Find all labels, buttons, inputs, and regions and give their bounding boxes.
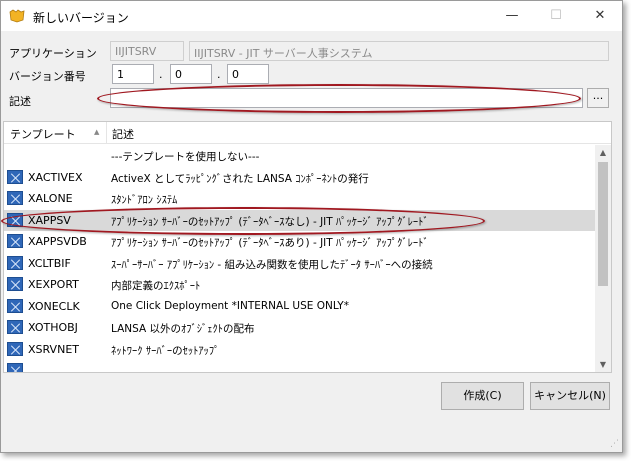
list-item-name: XACTIVEX [28, 170, 83, 184]
application-code-field: IIJITSRV [110, 41, 184, 61]
resize-grip-icon[interactable]: ⋰ [610, 440, 619, 449]
cancel-button[interactable]: キャンセル(N) [530, 382, 610, 410]
application-name-field: IIJITSRV - JIT サーバー人事システム [189, 41, 609, 61]
list-item-description: ｱﾌﾟﾘｹｰｼｮﾝ ｻｰﾊﾞｰのｾｯﾄｱｯﾌﾟ (ﾃﾞｰﾀﾍﾞｰｽなし) - J… [111, 215, 429, 228]
list-body: ---テンプレートを使用しない--- XACTIVEX ActiveX としてﾗ… [4, 145, 596, 372]
list-item-none[interactable]: ---テンプレートを使用しない--- [4, 145, 596, 167]
list-item-xactivex[interactable]: XACTIVEX ActiveX としてﾗｯﾋﾟﾝｸﾞされた LANSA ｺﾝﾎ… [4, 167, 596, 189]
list-item-xoneclk[interactable]: XONECLK One Click Deployment *INTERNAL U… [4, 296, 596, 318]
template-icon [7, 320, 23, 334]
list-item-xcltbif[interactable]: XCLTBIF ｽｰﾊﾟｰｻｰﾊﾞｰ ｱﾌﾟﾘｹｰｼｮﾝ - 組み込み関数を使用… [4, 253, 596, 275]
list-item-name: XSRVNET [28, 342, 79, 356]
template-icon [7, 191, 23, 205]
list-item-description: ｽｰﾊﾟｰｻｰﾊﾞｰ ｱﾌﾟﾘｹｰｼｮﾝ - 組み込み関数を使用したﾃﾞｰﾀ ｻ… [111, 258, 433, 271]
list-item-partial[interactable] [4, 360, 596, 372]
version-major-input[interactable]: 1 [112, 64, 154, 84]
list-item-name: XOTHOBJ [28, 321, 78, 334]
window-title: 新しいバージョン [33, 11, 129, 25]
version-patch-input[interactable]: 0 [227, 64, 269, 84]
template-icon [7, 363, 23, 372]
list-item-xsrvnet[interactable]: XSRVNET ﾈｯﾄﾜｰｸ ｻｰﾊﾞｰのｾｯﾄｱｯﾌﾟ [4, 339, 596, 361]
version-separator: . [159, 68, 163, 81]
column-header-description[interactable]: 記述 [112, 126, 134, 142]
title-bar: 新しいバージョン — ☐ ✕ [1, 1, 622, 31]
maximize-button[interactable]: ☐ [534, 1, 578, 31]
list-item-xappsvdb[interactable]: XAPPSVDB ｱﾌﾟﾘｹｰｼｮﾝ ｻｰﾊﾞｰのｾｯﾄｱｯﾌﾟ (ﾃﾞｰﾀﾍﾞ… [4, 231, 596, 253]
description-label: 記述 [9, 95, 31, 108]
list-item-description: ｱﾌﾟﾘｹｰｼｮﾝ ｻｰﾊﾞｰのｾｯﾄｱｯﾌﾟ (ﾃﾞｰﾀﾍﾞｰｽあり) - J… [111, 237, 429, 249]
minimize-button[interactable]: — [490, 1, 534, 31]
vertical-scrollbar[interactable]: ▲ ▼ [595, 145, 611, 372]
list-item-name: XAPPSV [28, 213, 71, 227]
list-item-xalone[interactable]: XALONE ｽﾀﾝﾄﾞｱﾛﾝ ｼｽﾃﾑ [4, 188, 596, 210]
list-item-description: ---テンプレートを使用しない--- [111, 151, 260, 163]
close-button[interactable]: ✕ [578, 1, 622, 31]
scroll-down-arrow-icon[interactable]: ▼ [595, 357, 611, 372]
template-icon [7, 169, 23, 184]
template-list[interactable]: テンプレート ▲ 記述 ---テンプレートを使用しない--- XACTIVEX … [3, 121, 612, 373]
template-icon [7, 234, 23, 248]
list-item-name: XAPPSVDB [28, 235, 87, 248]
scrollbar-thumb[interactable] [598, 162, 608, 286]
template-icon [7, 298, 23, 313]
list-item-name: XEXPORT [28, 278, 79, 291]
scroll-up-arrow-icon[interactable]: ▲ [595, 145, 611, 161]
list-item-name: XALONE [28, 192, 73, 205]
list-item-description: LANSA 以外のｵﾌﾞｼﾞｪｸﾄの配布 [111, 323, 255, 335]
list-item-description: 内部定義のｴｸｽﾎﾟｰﾄ [111, 280, 201, 292]
browse-button[interactable]: ... [587, 88, 609, 108]
list-item-name: XCLTBIF [28, 256, 71, 270]
template-icon [7, 341, 23, 356]
app-icon [9, 9, 25, 23]
list-item-xothobj[interactable]: XOTHOBJ LANSA 以外のｵﾌﾞｼﾞｪｸﾄの配布 [4, 317, 596, 339]
sort-ascending-icon: ▲ [94, 128, 100, 136]
list-item-name: XONECLK [28, 299, 80, 313]
template-icon [7, 212, 23, 227]
list-item-description: One Click Deployment *INTERNAL USE ONLY* [111, 299, 349, 312]
list-item-description: ﾈｯﾄﾜｰｸ ｻｰﾊﾞｰのｾｯﾄｱｯﾌﾟ [111, 344, 220, 357]
list-item-description: ｽﾀﾝﾄﾞｱﾛﾝ ｼｽﾃﾑ [111, 194, 178, 206]
version-minor-input[interactable]: 0 [170, 64, 212, 84]
column-header-template[interactable]: テンプレート [10, 126, 76, 142]
create-button[interactable]: 作成(C) [441, 382, 524, 410]
template-icon [7, 255, 23, 270]
column-divider[interactable] [106, 122, 107, 144]
list-item-description: ActiveX としてﾗｯﾋﾟﾝｸﾞされた LANSA ｺﾝﾎﾟｰﾈﾝﾄの発行 [111, 172, 369, 185]
version-separator: . [217, 68, 221, 81]
list-header: テンプレート ▲ 記述 [4, 122, 611, 144]
template-icon [7, 277, 23, 291]
list-item-xappsv[interactable]: XAPPSV ｱﾌﾟﾘｹｰｼｮﾝ ｻｰﾊﾞｰのｾｯﾄｱｯﾌﾟ (ﾃﾞｰﾀﾍﾞｰｽ… [4, 209, 596, 231]
description-input[interactable] [110, 88, 583, 108]
version-label: バージョン番号 [9, 70, 86, 83]
application-label: アプリケーション [9, 47, 97, 60]
new-version-dialog: 新しいバージョン — ☐ ✕ アプリケーション IIJITSRV IIJITSR… [0, 0, 623, 453]
list-item-xexport[interactable]: XEXPORT 内部定義のｴｸｽﾎﾟｰﾄ [4, 274, 596, 296]
